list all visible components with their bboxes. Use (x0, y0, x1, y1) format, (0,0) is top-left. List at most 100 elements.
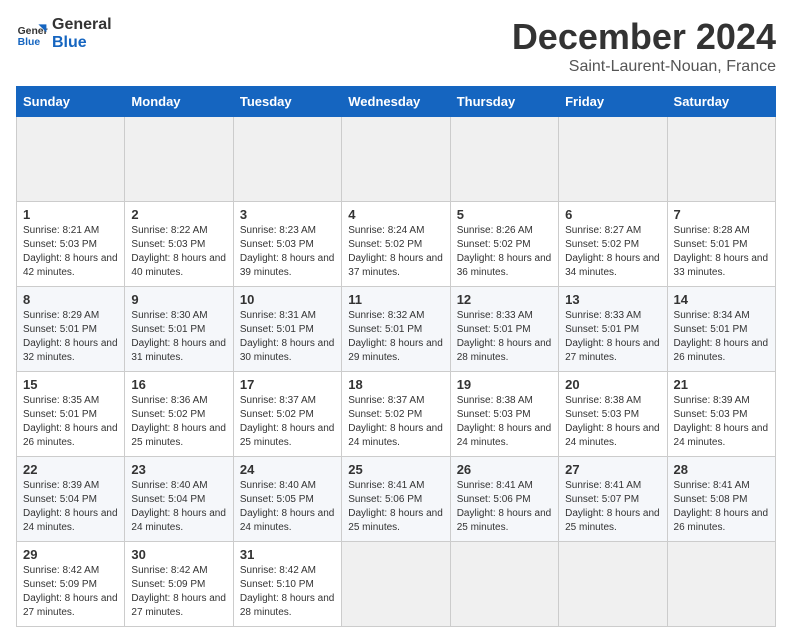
calendar-cell (450, 117, 558, 202)
day-number: 24 (240, 462, 335, 477)
header: General Blue General Blue December 2024 … (16, 16, 776, 76)
day-number: 25 (348, 462, 443, 477)
calendar-cell: 29Sunrise: 8:42 AMSunset: 5:09 PMDayligh… (17, 542, 125, 627)
calendar-cell: 4Sunrise: 8:24 AMSunset: 5:02 PMDaylight… (342, 202, 450, 287)
cell-content: Sunrise: 8:39 AMSunset: 5:04 PMDaylight:… (23, 479, 118, 535)
day-header-saturday: Saturday (667, 87, 775, 117)
calendar-cell: 20 Sunrise: 8:38 AMSunset: 5:03 PMDayligh… (559, 372, 667, 457)
day-number: 16 (131, 377, 226, 392)
cell-content: Sunrise: 8:35 AMSunset: 5:01 PMDaylight:… (23, 394, 118, 450)
calendar-cell: 9Sunrise: 8:30 AMSunset: 5:01 PMDaylight… (125, 287, 233, 372)
cell-content: Sunrise: 8:24 AMSunset: 5:02 PMDaylight:… (348, 224, 443, 280)
calendar-cell (233, 117, 341, 202)
calendar-week-row: 29Sunrise: 8:42 AMSunset: 5:09 PMDayligh… (17, 542, 776, 627)
day-number: 11 (348, 292, 443, 307)
calendar-cell: 19 Sunrise: 8:38 AMSunset: 5:03 PMDayligh… (450, 372, 558, 457)
calendar-cell: 30Sunrise: 8:42 AMSunset: 5:09 PMDayligh… (125, 542, 233, 627)
calendar-cell: 11Sunrise: 8:32 AMSunset: 5:01 PMDayligh… (342, 287, 450, 372)
calendar-cell: 8Sunrise: 8:29 AMSunset: 5:01 PMDaylight… (17, 287, 125, 372)
day-number: 23 (131, 462, 226, 477)
calendar-cell: 2 Sunrise: 8:22 AMSunset: 5:03 PMDaylight… (125, 202, 233, 287)
day-number: 27 (565, 462, 660, 477)
month-title: December 2024 (512, 16, 776, 58)
logo-icon: General Blue (16, 18, 48, 50)
calendar-cell (559, 542, 667, 627)
calendar-cell: 31Sunrise: 8:42 AMSunset: 5:10 PMDayligh… (233, 542, 341, 627)
cell-content: Sunrise: 8:40 AMSunset: 5:04 PMDaylight:… (131, 479, 226, 535)
calendar-cell: 18 Sunrise: 8:37 AMSunset: 5:02 PMDayligh… (342, 372, 450, 457)
day-header-thursday: Thursday (450, 87, 558, 117)
cell-content: Sunrise: 8:27 AMSunset: 5:02 PMDaylight:… (565, 224, 660, 280)
day-number: 20 (565, 377, 660, 392)
day-number: 28 (674, 462, 769, 477)
calendar-cell: 10 Sunrise: 8:31 AMSunset: 5:01 PMDayligh… (233, 287, 341, 372)
calendar-cell: 28 Sunrise: 8:41 AMSunset: 5:08 PMDayligh… (667, 457, 775, 542)
calendar-cell: 23 Sunrise: 8:40 AMSunset: 5:04 PMDayligh… (125, 457, 233, 542)
day-number: 22 (23, 462, 118, 477)
calendar-cell: 13 Sunrise: 8:33 AMSunset: 5:01 PMDayligh… (559, 287, 667, 372)
day-number: 19 (457, 377, 552, 392)
calendar-week-row: 22 Sunrise: 8:39 AMSunset: 5:04 PMDayligh… (17, 457, 776, 542)
day-number: 8 (23, 292, 118, 307)
day-number: 12 (457, 292, 552, 307)
svg-text:Blue: Blue (18, 37, 41, 48)
calendar-cell (450, 542, 558, 627)
day-number: 6 (565, 207, 660, 222)
calendar-cell (559, 117, 667, 202)
calendar-week-row: 1 Sunrise: 8:21 AMSunset: 5:03 PMDaylight… (17, 202, 776, 287)
calendar-week-row: 15 Sunrise: 8:35 AMSunset: 5:01 PMDayligh… (17, 372, 776, 457)
calendar-cell (17, 117, 125, 202)
logo-line2: Blue (52, 34, 112, 52)
cell-content: Sunrise: 8:37 AMSunset: 5:02 PMDaylight:… (240, 394, 335, 450)
location-subtitle: Saint-Laurent-Nouan, France (512, 58, 776, 76)
day-number: 26 (457, 462, 552, 477)
day-number: 1 (23, 207, 118, 222)
calendar-cell: 7Sunrise: 8:28 AMSunset: 5:01 PMDaylight… (667, 202, 775, 287)
day-header-wednesday: Wednesday (342, 87, 450, 117)
calendar-table: SundayMondayTuesdayWednesdayThursdayFrid… (16, 86, 776, 627)
calendar-cell: 16 Sunrise: 8:36 AMSunset: 5:02 PMDayligh… (125, 372, 233, 457)
calendar-cell: 1 Sunrise: 8:21 AMSunset: 5:03 PMDaylight… (17, 202, 125, 287)
cell-content: Sunrise: 8:41 AMSunset: 5:06 PMDaylight:… (457, 479, 552, 535)
cell-content: Sunrise: 8:33 AMSunset: 5:01 PMDaylight:… (565, 309, 660, 365)
cell-content: Sunrise: 8:31 AMSunset: 5:01 PMDaylight:… (240, 309, 335, 365)
day-number: 10 (240, 292, 335, 307)
calendar-cell: 26 Sunrise: 8:41 AMSunset: 5:06 PMDayligh… (450, 457, 558, 542)
calendar-cell: 25Sunrise: 8:41 AMSunset: 5:06 PMDayligh… (342, 457, 450, 542)
day-number: 31 (240, 547, 335, 562)
day-number: 29 (23, 547, 118, 562)
cell-content: Sunrise: 8:22 AMSunset: 5:03 PMDaylight:… (131, 224, 226, 280)
cell-content: Sunrise: 8:36 AMSunset: 5:02 PMDaylight:… (131, 394, 226, 450)
calendar-cell (342, 117, 450, 202)
calendar-week-row (17, 117, 776, 202)
cell-content: Sunrise: 8:38 AMSunset: 5:03 PMDaylight:… (565, 394, 660, 450)
calendar-cell (667, 117, 775, 202)
calendar-cell (342, 542, 450, 627)
calendar-cell: 5Sunrise: 8:26 AMSunset: 5:02 PMDaylight… (450, 202, 558, 287)
day-number: 3 (240, 207, 335, 222)
day-number: 18 (348, 377, 443, 392)
calendar-cell: 6 Sunrise: 8:27 AMSunset: 5:02 PMDaylight… (559, 202, 667, 287)
calendar-cell: 22 Sunrise: 8:39 AMSunset: 5:04 PMDayligh… (17, 457, 125, 542)
calendar-header-row: SundayMondayTuesdayWednesdayThursdayFrid… (17, 87, 776, 117)
day-number: 15 (23, 377, 118, 392)
cell-content: Sunrise: 8:34 AMSunset: 5:01 PMDaylight:… (674, 309, 769, 365)
logo-line1: General (52, 16, 112, 34)
calendar-cell: 3Sunrise: 8:23 AMSunset: 5:03 PMDaylight… (233, 202, 341, 287)
cell-content: Sunrise: 8:26 AMSunset: 5:02 PMDaylight:… (457, 224, 552, 280)
calendar-cell (667, 542, 775, 627)
day-number: 2 (131, 207, 226, 222)
day-number: 7 (674, 207, 769, 222)
cell-content: Sunrise: 8:38 AMSunset: 5:03 PMDaylight:… (457, 394, 552, 450)
day-header-monday: Monday (125, 87, 233, 117)
cell-content: Sunrise: 8:41 AMSunset: 5:08 PMDaylight:… (674, 479, 769, 535)
day-number: 30 (131, 547, 226, 562)
cell-content: Sunrise: 8:21 AMSunset: 5:03 PMDaylight:… (23, 224, 118, 280)
cell-content: Sunrise: 8:37 AMSunset: 5:02 PMDaylight:… (348, 394, 443, 450)
day-header-sunday: Sunday (17, 87, 125, 117)
cell-content: Sunrise: 8:39 AMSunset: 5:03 PMDaylight:… (674, 394, 769, 450)
title-area: December 2024 Saint-Laurent-Nouan, Franc… (512, 16, 776, 76)
calendar-week-row: 8Sunrise: 8:29 AMSunset: 5:01 PMDaylight… (17, 287, 776, 372)
day-number: 13 (565, 292, 660, 307)
cell-content: Sunrise: 8:30 AMSunset: 5:01 PMDaylight:… (131, 309, 226, 365)
